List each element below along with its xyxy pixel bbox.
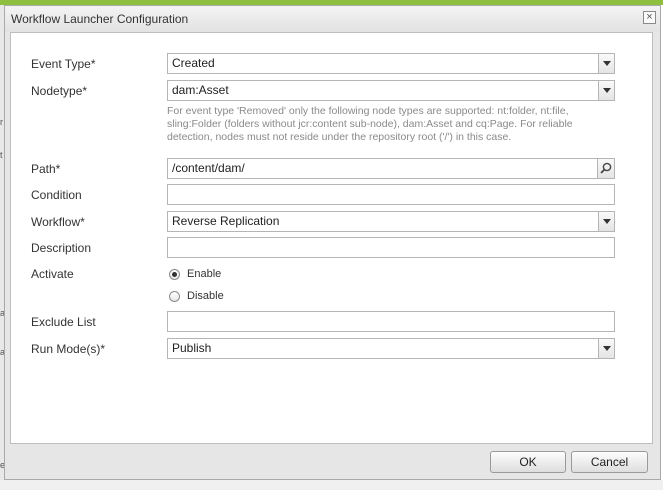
event-type-select[interactable]: Created (167, 53, 615, 74)
disable-radio[interactable] (169, 291, 180, 302)
event-type-label: Event Type* (31, 57, 96, 71)
chevron-down-icon[interactable] (598, 81, 614, 100)
dialog-titlebar[interactable]: Workflow Launcher Configuration × (5, 6, 660, 32)
path-input[interactable]: /content/dam/ (167, 158, 615, 179)
chevron-down-icon[interactable] (598, 54, 614, 73)
description-label: Description (31, 241, 92, 255)
path-label: Path* (31, 162, 61, 176)
run-modes-value: Publish (172, 341, 212, 355)
nodetype-label: Nodetype* (31, 84, 88, 98)
exclude-list-input[interactable] (167, 311, 615, 332)
workflow-label: Workflow* (31, 215, 85, 229)
path-value: /content/dam/ (172, 161, 245, 175)
workflow-select[interactable]: Reverse Replication (167, 211, 615, 232)
chevron-down-icon[interactable] (598, 339, 614, 358)
dialog-title: Workflow Launcher Configuration (11, 12, 189, 26)
enable-label[interactable]: Enable (187, 268, 221, 280)
cancel-button[interactable]: Cancel (571, 451, 648, 473)
search-button[interactable] (597, 159, 614, 178)
exclude-list-label: Exclude List (31, 315, 96, 329)
nodetype-select[interactable]: dam:Asset (167, 80, 615, 101)
enable-radio[interactable] (169, 269, 180, 280)
condition-input[interactable] (167, 184, 615, 205)
background-bottom-strip (0, 480, 663, 490)
run-modes-select[interactable]: Publish (167, 338, 615, 359)
hint-line: For event type 'Removed' only the follow… (167, 105, 569, 117)
description-input[interactable] (167, 237, 615, 258)
event-type-value: Created (172, 56, 215, 70)
close-icon[interactable]: × (643, 11, 656, 24)
nodetype-hint: For event type 'Removed' only the follow… (167, 105, 617, 144)
hint-line: sling:Folder (folders without jcr:conten… (167, 118, 573, 130)
chevron-down-icon[interactable] (598, 212, 614, 231)
hint-line: detection, nodes must not reside under t… (167, 131, 512, 143)
workflow-launcher-dialog: Workflow Launcher Configuration × Event … (4, 5, 661, 480)
disable-label[interactable]: Disable (187, 290, 224, 302)
form-panel: Event Type* Created Nodetype* dam:Asset … (10, 32, 653, 444)
activate-label: Activate (31, 267, 74, 281)
nodetype-value: dam:Asset (172, 83, 229, 97)
background-fragment: r (0, 117, 3, 127)
condition-label: Condition (31, 188, 82, 202)
background-fragment: t (0, 150, 3, 160)
workflow-value: Reverse Replication (172, 214, 280, 228)
run-modes-label: Run Mode(s)* (31, 342, 106, 356)
search-icon (600, 162, 612, 174)
ok-button[interactable]: OK (490, 451, 566, 473)
